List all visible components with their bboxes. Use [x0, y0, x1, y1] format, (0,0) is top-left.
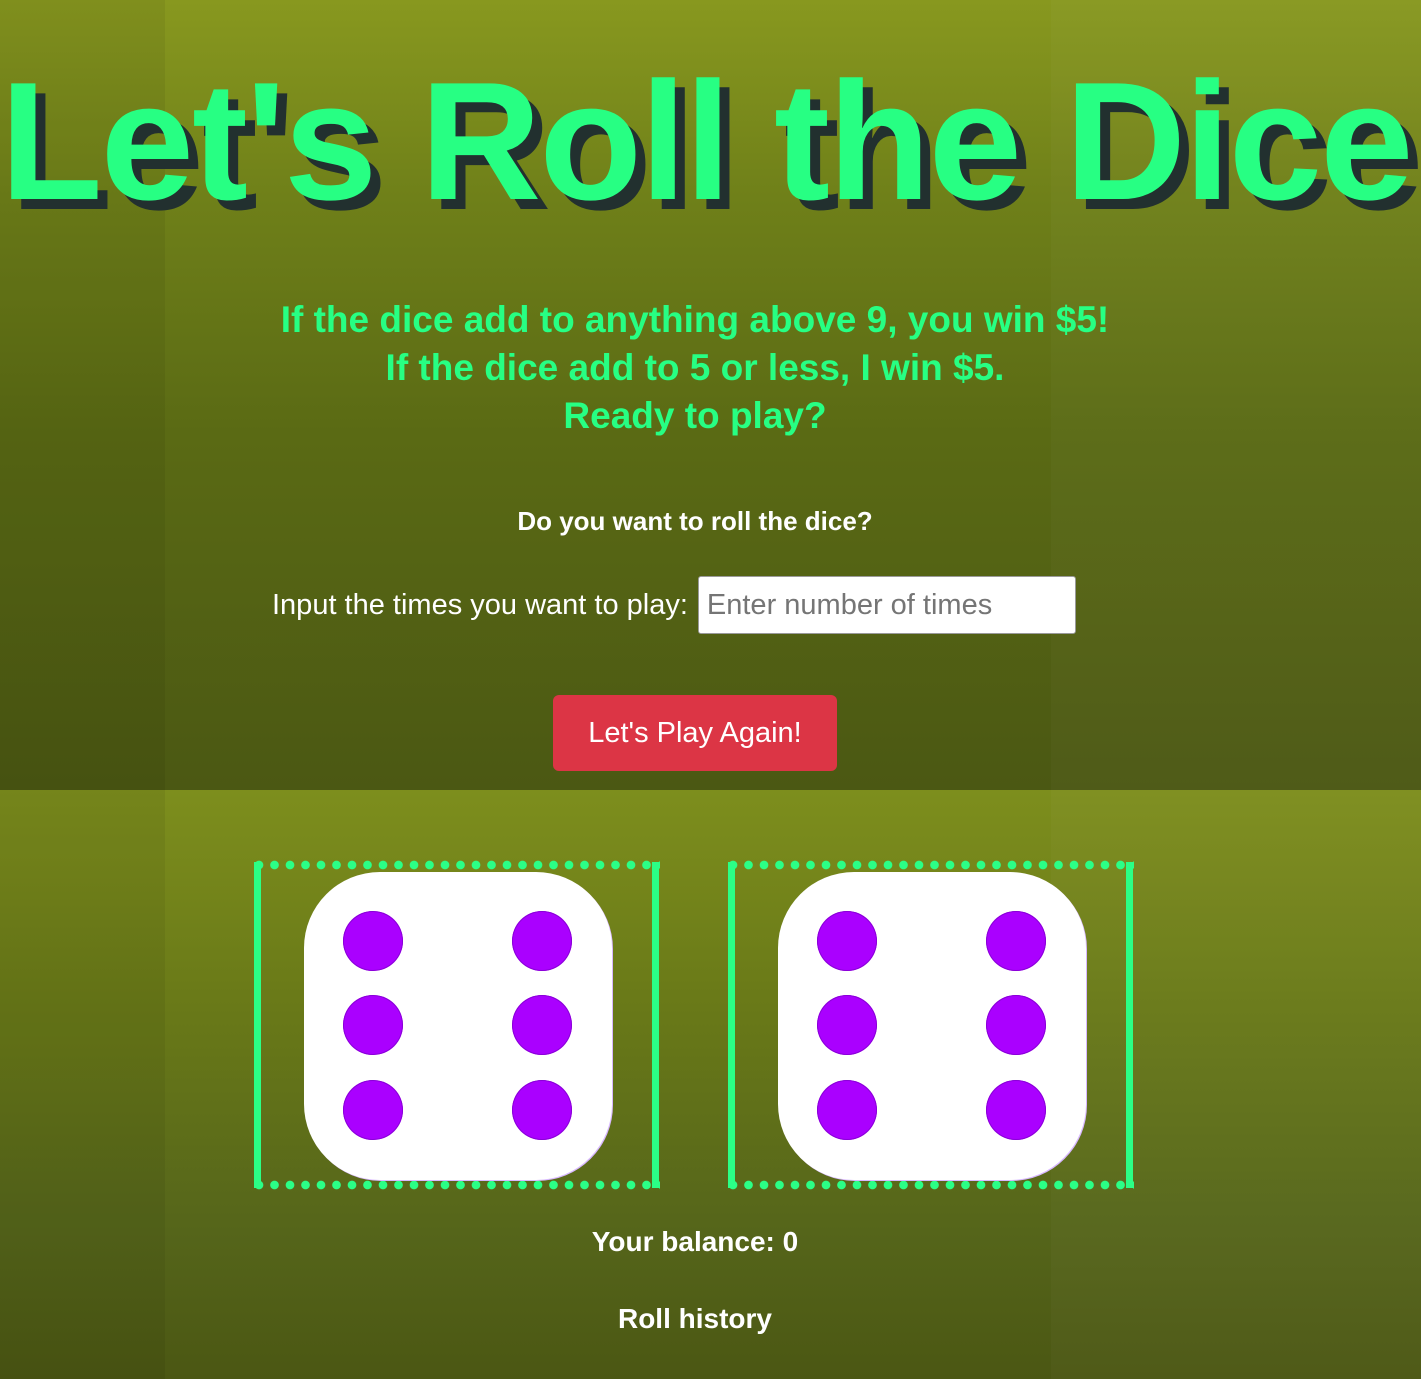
page-title: Let's Roll the Dice!: [0, 47, 1421, 235]
die-frame-right: [728, 860, 1134, 1190]
solid-border-right: [652, 862, 659, 1188]
die-pip: [343, 911, 403, 971]
die-pip: [343, 995, 403, 1055]
rule-win-line: If the dice add to anything above 9, you…: [280, 299, 1110, 340]
ready-line: Ready to play?: [563, 395, 827, 436]
solid-border-left: [254, 862, 261, 1188]
game-rules: If the dice add to anything above 9, you…: [0, 296, 1390, 440]
die-face-six: [778, 872, 1086, 1180]
play-again-button[interactable]: Let's Play Again!: [553, 695, 837, 771]
balance-text: Your balance: 0: [591, 1226, 799, 1257]
roll-question: Do you want to roll the dice?: [517, 506, 873, 536]
die-pip: [343, 1080, 403, 1140]
solid-border-right: [1126, 862, 1133, 1188]
die-pip: [986, 1080, 1046, 1140]
dotted-border-bottom: [728, 1180, 1134, 1190]
background-shade-left: [0, 790, 165, 1379]
bottom-background: [0, 790, 1421, 1379]
solid-border-left: [728, 862, 735, 1188]
times-input-row: Input the times you want to play:: [272, 576, 1076, 634]
die-pip: [512, 1080, 572, 1140]
times-input-label: Input the times you want to play:: [272, 588, 688, 621]
dotted-border-bottom: [254, 1180, 660, 1190]
die-pip: [817, 995, 877, 1055]
die-pip: [512, 995, 572, 1055]
die-pip: [512, 911, 572, 971]
die-pip: [986, 911, 1046, 971]
die-pip: [986, 995, 1046, 1055]
die-pip: [817, 1080, 877, 1140]
times-input[interactable]: [697, 576, 1076, 634]
rule-lose-line: If the dice add to 5 or less, I win $5.: [385, 347, 1005, 388]
roll-history-heading: Roll history: [617, 1303, 772, 1334]
dotted-border-top: [728, 860, 1134, 870]
dotted-border-top: [254, 860, 660, 870]
die-face-six: [304, 872, 612, 1180]
die-pip: [817, 911, 877, 971]
die-frame-left: [254, 860, 660, 1190]
